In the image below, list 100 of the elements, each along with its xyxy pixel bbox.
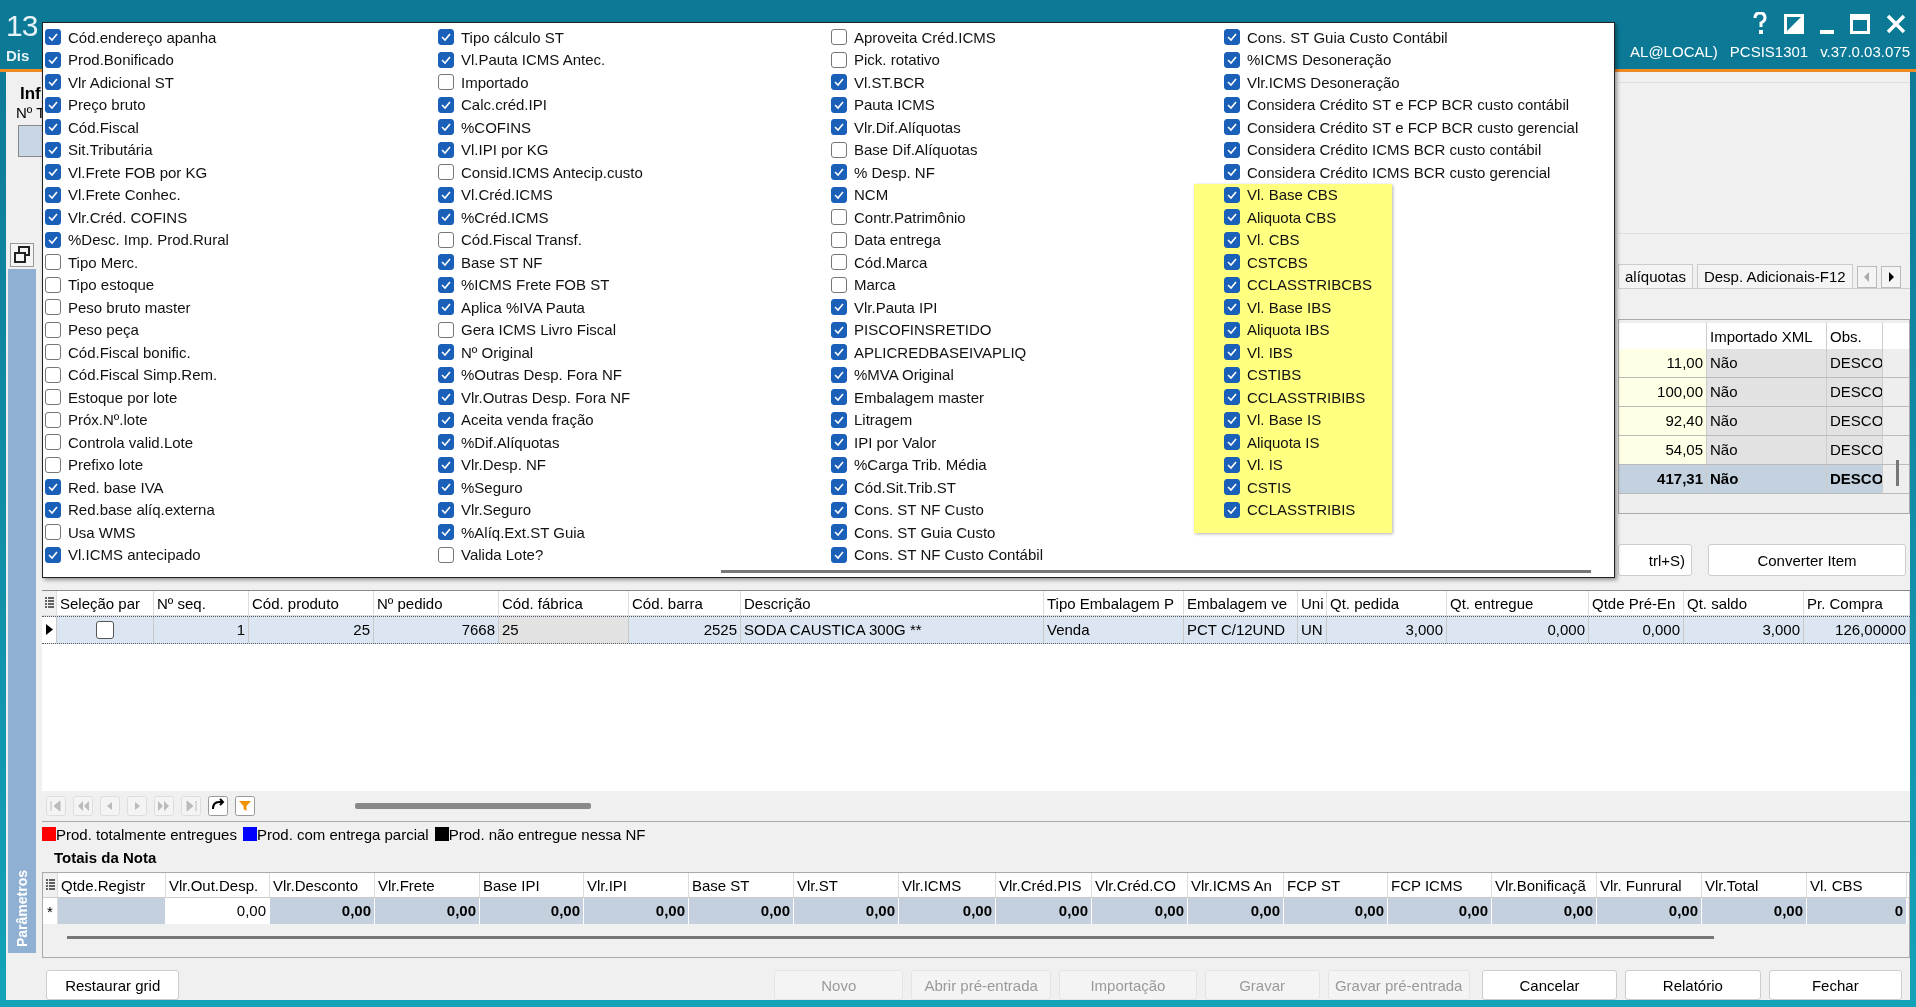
checkbox[interactable] — [45, 29, 61, 46]
checkbox[interactable] — [831, 434, 847, 451]
column-header[interactable]: Descrição — [741, 590, 1044, 615]
scrollbar-thumb[interactable] — [1896, 460, 1899, 486]
checkbox-label[interactable]: Vlr.Dif.Alíquotas — [854, 118, 961, 136]
column-header[interactable]: Cód. produto — [249, 590, 374, 615]
checkbox[interactable] — [1224, 254, 1240, 271]
checkbox-label[interactable]: %Outras Desp. Fora NF — [461, 366, 622, 384]
checkbox-label[interactable]: Gera ICMS Livro Fiscal — [461, 321, 617, 339]
checkbox[interactable] — [1224, 321, 1240, 338]
checkbox-label[interactable]: Aliquota IS — [1247, 433, 1320, 451]
checkbox[interactable] — [831, 254, 847, 271]
scroll-right-icon[interactable] — [1880, 266, 1901, 288]
checkbox[interactable] — [831, 501, 847, 518]
action-button[interactable]: trl+S) — [1618, 544, 1692, 576]
column-header[interactable]: Vlr. Funrural — [1597, 873, 1702, 898]
checkbox-label[interactable]: CSTIBS — [1247, 366, 1302, 384]
checkbox-label[interactable]: Red.base alíq.externa — [68, 501, 215, 519]
column-header[interactable]: Vlr.ICMS An — [1188, 873, 1284, 898]
checkbox[interactable] — [438, 456, 454, 473]
checkbox-label[interactable]: CSTCBS — [1247, 253, 1308, 271]
column-header[interactable]: Nº seq. — [154, 590, 249, 615]
column-menu-icon[interactable] — [44, 596, 54, 609]
checkbox[interactable] — [438, 479, 454, 496]
checkbox-label[interactable]: Cód.Fiscal — [68, 118, 139, 136]
checkbox[interactable] — [96, 620, 114, 639]
column-header[interactable]: Base ST — [689, 873, 794, 898]
checkbox-label[interactable]: Tipo Merc. — [68, 253, 139, 271]
checkbox[interactable] — [1224, 51, 1240, 68]
checkbox[interactable] — [45, 254, 61, 271]
checkbox-label[interactable]: Pauta ICMS — [854, 96, 935, 114]
checkbox-label[interactable]: Preço bruto — [68, 96, 146, 114]
checkbox[interactable] — [1224, 366, 1240, 383]
checkbox-label[interactable]: Base ST NF — [461, 253, 543, 271]
checkbox-label[interactable]: Vlr.ICMS Desoneração — [1247, 73, 1400, 91]
checkbox-label[interactable]: Cód.endereço apanha — [68, 28, 217, 46]
checkbox-label[interactable]: Cons. ST NF Custo Contábil — [854, 546, 1043, 564]
scrollbar-thumb[interactable] — [355, 802, 591, 809]
checkbox-label[interactable]: Usa WMS — [68, 523, 136, 541]
checkbox-label[interactable]: %Carga Trib. Média — [854, 456, 987, 474]
column-header[interactable]: FCP ICMS — [1388, 873, 1492, 898]
checkbox-label[interactable]: Vl. Base IBS — [1247, 298, 1332, 316]
checkbox-label[interactable]: Cód.Fiscal Transf. — [461, 231, 582, 249]
checkbox[interactable] — [45, 344, 61, 361]
column-header[interactable]: Vlr.Frete — [375, 873, 480, 898]
column-header[interactable]: Qtde.Registr — [58, 873, 166, 898]
column-header[interactable]: Qt. saldo — [1684, 590, 1804, 615]
checkbox[interactable] — [1224, 29, 1240, 46]
checkbox-label[interactable]: %Desc. Imp. Prod.Rural — [68, 231, 229, 249]
checkbox-label[interactable]: Vl.Frete Conhec. — [68, 186, 181, 204]
checkbox-label[interactable]: Calc.créd.IPI — [461, 96, 547, 114]
checkbox[interactable] — [45, 524, 61, 541]
checkbox[interactable] — [45, 276, 61, 293]
checkbox[interactable] — [45, 96, 61, 113]
column-header[interactable]: Vlr.Bonificaçã — [1492, 873, 1597, 898]
checkbox[interactable] — [438, 74, 454, 91]
checkbox-label[interactable]: Base Dif.Alíquotas — [854, 141, 978, 159]
column-header[interactable]: Qt. entregue — [1447, 590, 1589, 615]
checkbox-label[interactable]: Vl. CBS — [1247, 231, 1300, 249]
checkbox-label[interactable]: Vlr.Desp. NF — [461, 456, 547, 474]
checkbox[interactable] — [1224, 74, 1240, 91]
checkbox-label[interactable]: Vl.IPI por KG — [461, 141, 549, 159]
checkbox[interactable] — [45, 501, 61, 518]
checkbox[interactable] — [438, 344, 454, 361]
checkbox[interactable] — [438, 186, 454, 203]
checkbox-label[interactable]: Vl. IBS — [1247, 343, 1293, 361]
checkbox-label[interactable]: CCLASSTRIBIS — [1247, 501, 1356, 519]
checkbox-label[interactable]: % Desp. NF — [854, 163, 935, 181]
checkbox-label[interactable]: Vlr Adicional ST — [68, 73, 174, 91]
action-button[interactable]: Fechar — [1768, 970, 1902, 1000]
column-header[interactable]: Vl. CBS — [1807, 873, 1907, 898]
checkbox-label[interactable]: Considera Crédito ST e FCP BCR custo gerencial — [1247, 118, 1579, 136]
checkbox-label[interactable]: Vlr.Pauta IPI — [854, 298, 938, 316]
checkbox[interactable] — [1224, 389, 1240, 406]
checkbox-label[interactable]: Considera Crédito ST e FCP BCR custo contábil — [1247, 96, 1570, 114]
checkbox-label[interactable]: %Seguro — [461, 478, 523, 496]
checkbox[interactable] — [45, 209, 61, 226]
checkbox-label[interactable]: Tipo cálculo ST — [461, 28, 564, 46]
checkbox-label[interactable]: Vl. IS — [1247, 456, 1283, 474]
checkbox-label[interactable]: Cons. ST Guia Custo — [854, 523, 996, 541]
checkbox[interactable] — [1224, 276, 1240, 293]
checkbox-label[interactable]: Aplica %IVA Pauta — [461, 298, 585, 316]
checkbox[interactable] — [438, 299, 454, 316]
column-header[interactable]: Vlr.Desconto — [270, 873, 375, 898]
checkbox[interactable] — [45, 186, 61, 203]
checkbox-label[interactable]: Vl.ST.BCR — [854, 73, 925, 91]
checkbox-label[interactable]: Vl.ICMS antecipado — [68, 546, 201, 564]
input-field[interactable] — [18, 125, 43, 157]
checkbox-label[interactable]: Considera Crédito ICMS BCR custo contábil — [1247, 141, 1542, 159]
scrollbar-thumb[interactable] — [67, 936, 1714, 940]
table-cell[interactable]: 0,00 — [166, 898, 270, 925]
checkbox-label[interactable]: %MVA Original — [854, 366, 954, 384]
checkbox-label[interactable]: Contr.Patrimônio — [854, 208, 966, 226]
checkbox-label[interactable]: Aliquota IBS — [1247, 321, 1330, 339]
checkbox-label[interactable]: %Créd.ICMS — [461, 208, 549, 226]
checkbox[interactable] — [438, 141, 454, 158]
checkbox-label[interactable]: NCM — [854, 186, 889, 204]
column-header[interactable]: Cód. barra — [629, 590, 741, 615]
checkbox-label[interactable]: Aceita venda fração — [461, 411, 594, 429]
checkbox[interactable] — [438, 119, 454, 136]
